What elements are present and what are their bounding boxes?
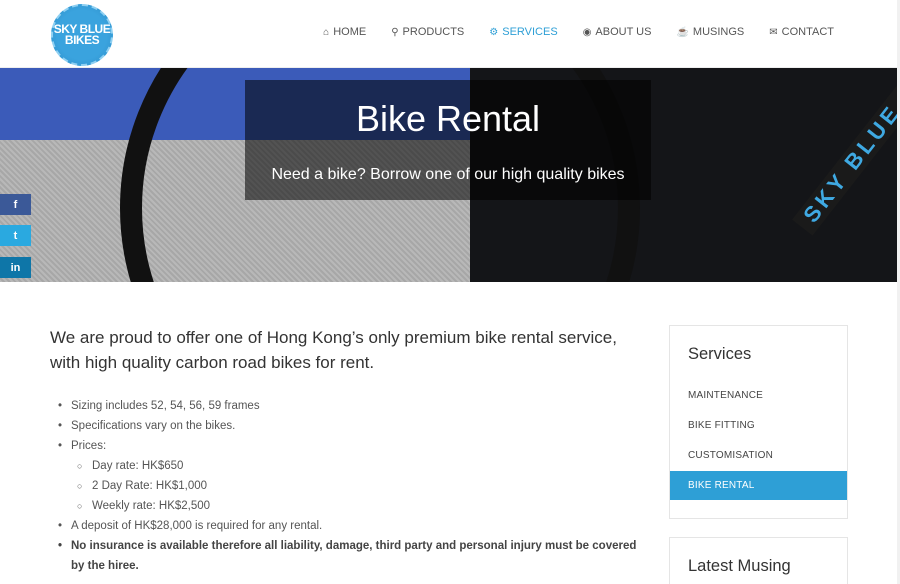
nav-label: PRODUCTS	[402, 26, 465, 38]
nav-label: HOME	[333, 26, 367, 38]
nav-products[interactable]: ⚲ PRODUCTS	[391, 26, 464, 38]
eye-icon: ◉	[582, 26, 592, 38]
rental-details: Sizing includes 52, 54, 56, 59 frames Sp…	[50, 396, 650, 576]
services-panel: Services MAINTENANCE BIKE FITTING CUSTOM…	[669, 325, 848, 519]
linkedin-share-button[interactable]: in	[0, 257, 31, 278]
nav-home[interactable]: ⌂ HOME	[323, 26, 366, 38]
sidebar-item-customisation[interactable]: CUSTOMISATION	[670, 441, 847, 470]
page-subtitle: Need a bike? Borrow one of our high qual…	[271, 166, 625, 183]
price-list: Day rate: HK$650 2 Day Rate: HK$1,000 We…	[50, 456, 650, 516]
sidebar-item-maintenance[interactable]: MAINTENANCE	[670, 381, 847, 410]
list-item: Prices:	[50, 436, 650, 456]
nav-musings[interactable]: ☕ MUSINGS	[676, 26, 744, 38]
main-nav: ⌂ HOME ⚲ PRODUCTS ⚙ SERVICES ◉ ABOUT US …	[323, 26, 834, 38]
facebook-icon: f	[13, 198, 18, 211]
site-header: SKY BLUE BIKES ⌂ HOME ⚲ PRODUCTS ⚙ SERVI…	[0, 0, 900, 68]
bike-icon: ⚲	[391, 26, 399, 38]
price-item: 2 Day Rate: HK$1,000	[50, 476, 650, 496]
price-item: Day rate: HK$650	[50, 456, 650, 476]
chat-icon: ✉	[769, 26, 778, 38]
nav-label: ABOUT US	[595, 26, 652, 38]
sidebar-item-bike-fitting[interactable]: BIKE FITTING	[670, 411, 847, 440]
hero-banner: SKY BLUE BI Bike Rental Need a bike? Bor…	[0, 68, 900, 282]
prices-label: Prices:	[71, 440, 107, 452]
facebook-share-button[interactable]: f	[0, 194, 31, 215]
hero-caption-box: Bike Rental Need a bike? Borrow one of o…	[245, 80, 651, 200]
lead-paragraph: We are proud to offer one of Hong Kong’s…	[50, 328, 617, 372]
linkedin-icon: in	[10, 261, 21, 274]
nav-label: CONTACT	[781, 26, 834, 38]
gears-icon: ⚙	[489, 26, 499, 38]
sidebar-item-bike-rental[interactable]: BIKE RENTAL	[670, 471, 847, 500]
insurance-notice: No insurance is available therefore all …	[50, 536, 650, 576]
list-item: Specifications vary on the bikes.	[50, 416, 650, 436]
deposit-item: A deposit of HK$28,000 is required for a…	[50, 516, 650, 536]
logo-line2: BIKES	[64, 33, 100, 47]
nav-contact[interactable]: ✉ CONTACT	[769, 26, 834, 38]
list-item: Sizing includes 52, 54, 56, 59 frames	[50, 396, 650, 416]
twitter-icon: t	[13, 229, 18, 242]
home-icon: ⌂	[323, 26, 330, 38]
coffee-icon: ☕	[676, 26, 689, 38]
nav-about-us[interactable]: ◉ ABOUT US	[583, 26, 652, 38]
nav-label: MUSINGS	[692, 26, 745, 38]
latest-musing-title: Latest Musing	[688, 557, 791, 575]
nav-label: SERVICES	[502, 26, 558, 38]
latest-musing-panel: Latest Musing	[669, 537, 848, 584]
services-panel-title: Services	[688, 345, 752, 363]
nav-services[interactable]: ⚙ SERVICES	[489, 26, 557, 38]
logo[interactable]: SKY BLUE BIKES	[51, 4, 113, 66]
twitter-share-button[interactable]: t	[0, 225, 31, 246]
page-title: Bike Rental	[355, 98, 541, 139]
price-item: Weekly rate: HK$2,500	[50, 496, 650, 516]
